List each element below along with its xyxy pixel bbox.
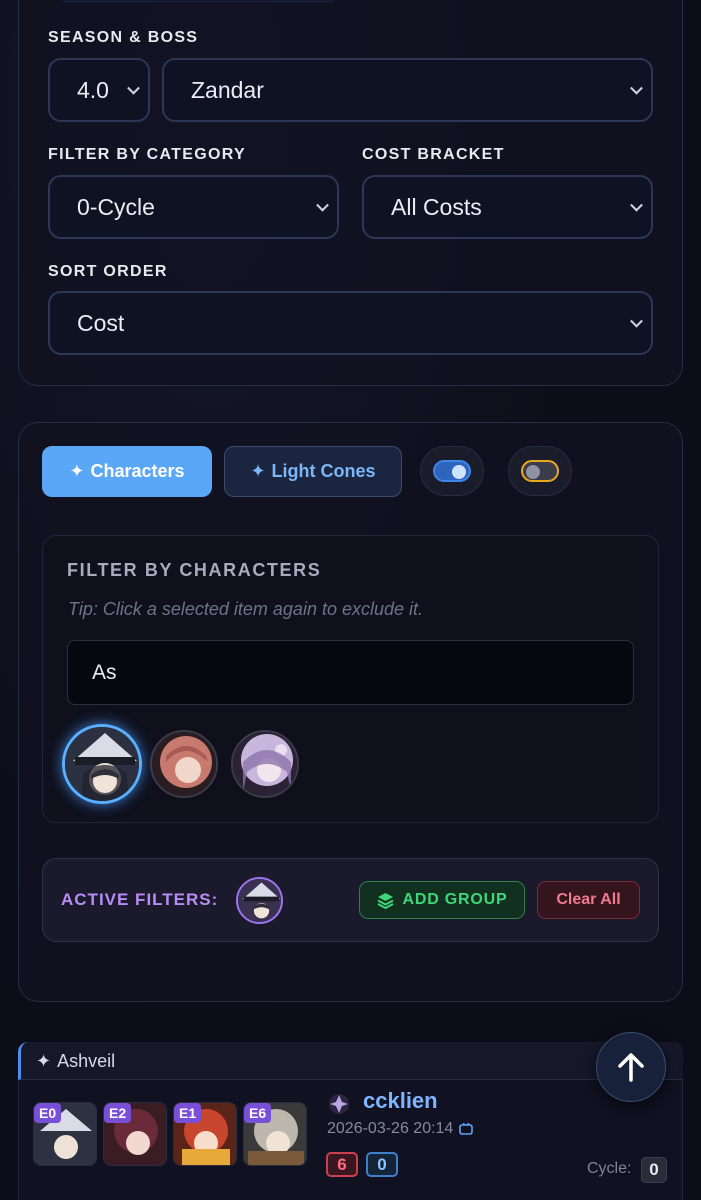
tab-characters-label: Characters [90, 461, 185, 481]
team-member-avatar[interactable]: E2 [103, 1102, 167, 1166]
eidolon-badge: E1 [174, 1103, 202, 1123]
chevron-down-icon [127, 81, 140, 95]
cost-bracket-select[interactable]: All Costs [362, 175, 653, 239]
boss-select[interactable]: Zandar [162, 58, 653, 122]
sparkle-icon: ✦ [36, 1051, 52, 1071]
chevron-down-icon [630, 314, 643, 328]
chevron-down-icon [316, 198, 329, 212]
active-filter-chip[interactable] [236, 877, 283, 924]
category-select[interactable]: 0-Cycle [48, 175, 339, 239]
eidolon-badge: E2 [104, 1103, 132, 1123]
player-name[interactable]: ccklien [363, 1088, 438, 1114]
season-value: 4.0 [77, 76, 109, 103]
submission-date-text: 2026-03-26 20:14 [327, 1120, 454, 1137]
scroll-to-top-button[interactable] [596, 1032, 666, 1102]
layers-icon [377, 892, 393, 909]
eidolon-badge: E6 [244, 1103, 272, 1123]
season-boss-label: SEASON & BOSS [48, 29, 199, 46]
result-card-header [18, 1042, 683, 1080]
result-title-text: Ashveil [57, 1051, 116, 1071]
category-value: 0-Cycle [77, 193, 155, 220]
clear-all-button[interactable]: Clear All [537, 881, 640, 919]
cycle-label: Cycle: [587, 1160, 632, 1177]
stat-badge-red: 6 [326, 1152, 358, 1177]
add-group-label: ADD GROUP [402, 891, 508, 908]
sort-order-label: SORT ORDER [48, 263, 168, 280]
team-member-avatar[interactable]: E0 [33, 1102, 97, 1166]
sparkle-icon: ✦ [250, 461, 266, 481]
chevron-down-icon [630, 81, 643, 95]
character-avatar-selected[interactable] [62, 724, 142, 804]
tab-light-cones[interactable]: ✦ Light Cones [224, 446, 402, 497]
tab-light-cones-label: Light Cones [271, 461, 376, 481]
team-member-avatar[interactable]: E6 [243, 1102, 307, 1166]
active-filters-label: ACTIVE FILTERS: [61, 890, 219, 909]
tab-characters[interactable]: ✦ Characters [42, 446, 212, 497]
category-label: FILTER BY CATEGORY [48, 146, 246, 163]
chevron-down-icon [630, 198, 643, 212]
cost-bracket-value: All Costs [391, 193, 482, 220]
video-icon[interactable] [459, 1123, 474, 1135]
sort-order-value: Cost [77, 309, 125, 336]
character-filter-tip: Tip: Click a selected item again to excl… [68, 599, 424, 619]
toggle-switch [433, 460, 471, 482]
team-member-avatar[interactable]: E1 [173, 1102, 237, 1166]
cost-bracket-label: COST BRACKET [362, 146, 505, 163]
toggle-knob [452, 465, 466, 479]
cycle-value: 0 [641, 1157, 667, 1183]
arrow-up-icon [618, 1053, 644, 1082]
season-select[interactable]: 4.0 [48, 58, 150, 122]
eidolon-badge: E0 [34, 1103, 62, 1123]
toggle-switch [521, 460, 559, 482]
character-avatar[interactable] [150, 730, 218, 798]
stat-badge-blue: 0 [366, 1152, 398, 1177]
sparkle-icon: ✦ [69, 461, 85, 481]
submission-date: 2026-03-26 20:14 [327, 1120, 474, 1138]
character-avatar[interactable] [231, 730, 299, 798]
character-search-input[interactable] [67, 640, 634, 705]
boss-value: Zandar [191, 76, 264, 103]
result-title: ✦ Ashveil [36, 1051, 115, 1072]
toggle-knob [526, 465, 540, 479]
sort-order-select[interactable]: Cost [48, 291, 653, 355]
toggle-2[interactable] [508, 446, 572, 496]
player-emblem-icon [329, 1094, 349, 1114]
toggle-1[interactable] [420, 446, 484, 496]
add-group-button[interactable]: ADD GROUP [359, 881, 525, 919]
character-filter-title: FILTER BY CHARACTERS [67, 560, 322, 580]
